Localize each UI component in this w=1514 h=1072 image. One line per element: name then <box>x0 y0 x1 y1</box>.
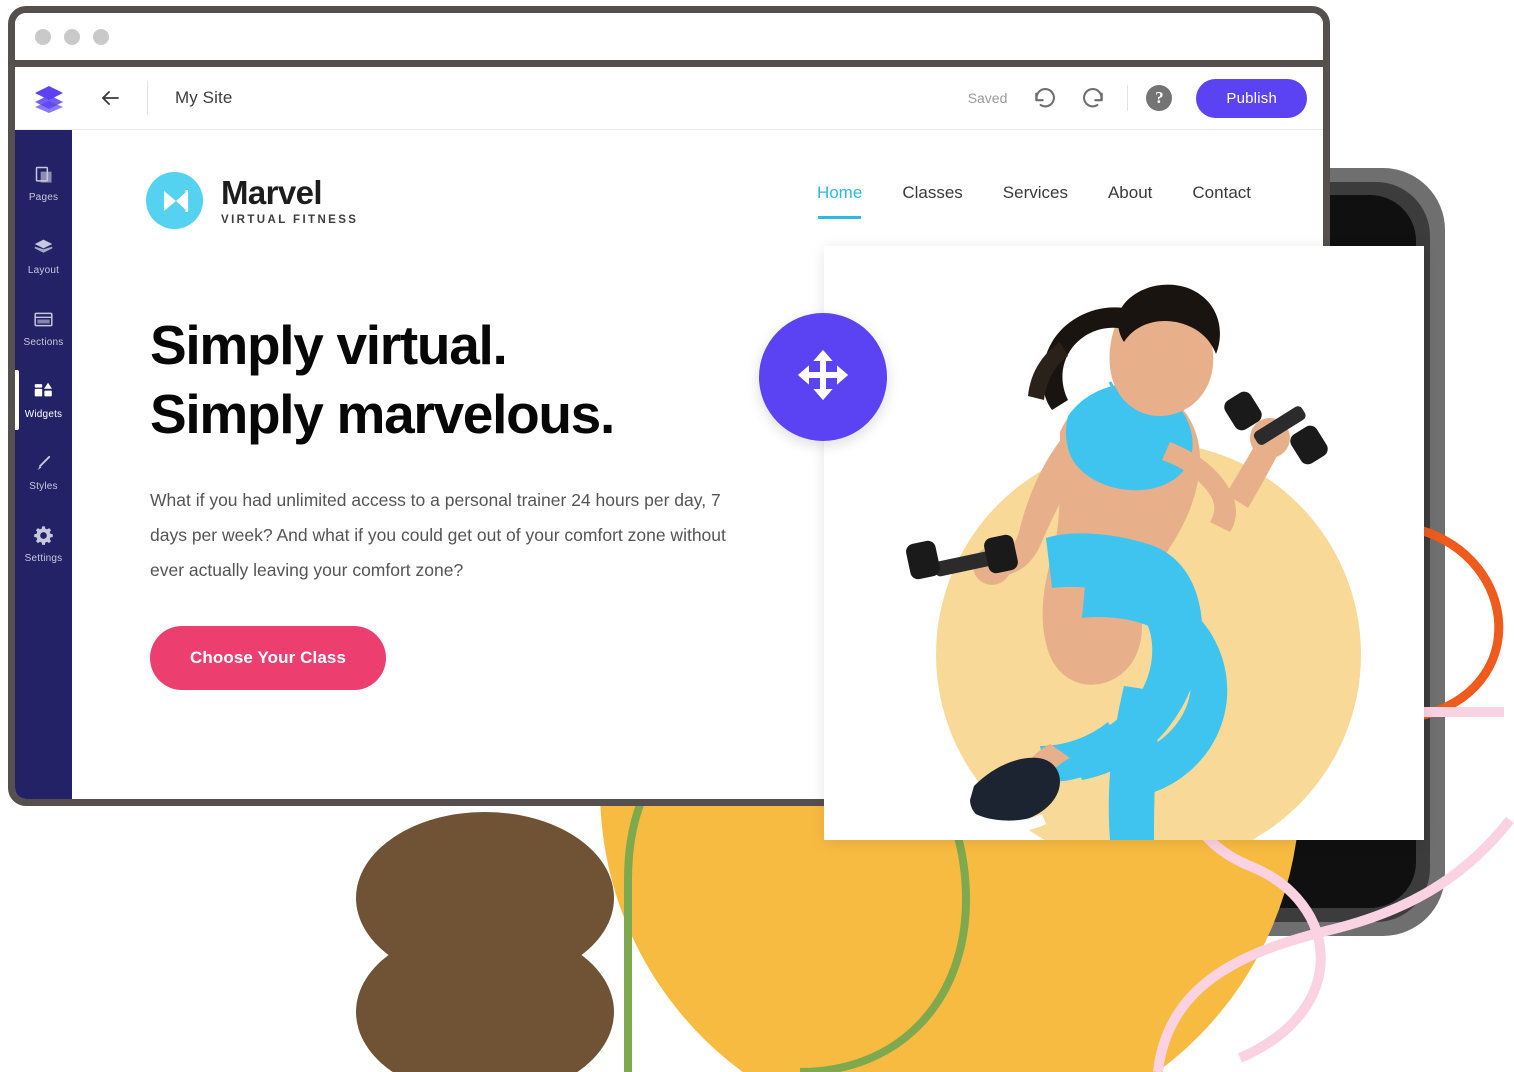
redo-icon[interactable] <box>1075 81 1109 115</box>
editor-sidebar: Pages Layout Sections Widgets Styles Set… <box>15 130 72 799</box>
nav-link-classes[interactable]: Classes <box>902 183 962 219</box>
sidebar-item-pages[interactable]: Pages <box>15 148 72 220</box>
nav-link-home[interactable]: Home <box>817 183 862 219</box>
brand-name: Marvel <box>221 173 323 211</box>
window-dot-zoom[interactable] <box>93 28 109 45</box>
sections-icon <box>33 309 54 330</box>
publish-button[interactable]: Publish <box>1196 78 1307 118</box>
sidebar-item-label: Settings <box>24 552 63 564</box>
layers-logo-icon[interactable] <box>31 80 67 116</box>
hero-paragraph: What if you had unlimited access to a pe… <box>150 489 726 580</box>
site-header: Marvel VIRTUAL FITNESS Home Classes Serv… <box>72 130 1323 229</box>
sidebar-item-styles[interactable]: Styles <box>15 436 72 508</box>
play-bowtie-icon <box>146 172 203 229</box>
pages-icon <box>34 165 54 185</box>
hero-section: Simply virtual. Simply marvelous. What i… <box>72 229 772 690</box>
window-dot-close[interactable] <box>35 28 51 45</box>
nav-link-contact[interactable]: Contact <box>1192 183 1251 219</box>
sidebar-item-label: Pages <box>28 192 59 203</box>
sidebar-item-label: Sections <box>23 336 64 348</box>
choose-your-class-button[interactable]: Choose Your Class <box>150 625 387 690</box>
saved-status-label: Saved <box>967 90 1008 106</box>
sidebar-item-layout[interactable]: Layout <box>15 220 72 292</box>
brand-text: Marvel VIRTUAL FITNESS <box>221 176 358 226</box>
help-circle-icon[interactable]: ? <box>1146 85 1173 111</box>
brand-tagline: VIRTUAL FITNESS <box>221 213 359 226</box>
nav-link-services[interactable]: Services <box>1003 183 1068 219</box>
move-arrows-icon <box>794 346 852 409</box>
toolbar-actions: Saved ? Publish <box>967 78 1323 118</box>
woman-exercising-with-dumbbells <box>906 284 1328 840</box>
sidebar-item-label: Widgets <box>24 408 63 420</box>
sidebar-item-label: Styles <box>29 480 58 492</box>
sidebar-item-settings[interactable]: Settings <box>15 508 72 580</box>
sidebar-item-label: Layout <box>27 264 60 276</box>
toolbar-divider-left <box>147 81 148 115</box>
site-navigation: Home Classes Services About Contact <box>817 183 1279 219</box>
hero-heading-line2: Simply marvelous. <box>150 382 615 445</box>
brand-logo[interactable]: Marvel VIRTUAL FITNESS <box>146 172 358 229</box>
hero-heading-line1: Simply virtual. <box>150 314 508 376</box>
sidebar-item-sections[interactable]: Sections <box>15 292 72 364</box>
browser-titlebar <box>15 13 1323 67</box>
screenshot-stage: My Site Saved ? Publish Pages Layout Sec… <box>0 0 1514 1072</box>
widgets-icon <box>33 381 54 402</box>
gear-icon <box>33 525 54 546</box>
nav-link-about[interactable]: About <box>1108 183 1152 219</box>
layers-icon <box>33 237 54 258</box>
move-handle[interactable] <box>759 313 887 441</box>
photo-widget-card[interactable] <box>824 246 1424 840</box>
editor-toolbar: My Site Saved ? Publish <box>15 67 1323 130</box>
brush-icon <box>33 453 54 474</box>
window-dot-minimize[interactable] <box>64 28 80 45</box>
site-title: My Site <box>175 88 233 107</box>
undo-icon[interactable] <box>1029 81 1063 115</box>
toolbar-divider-right <box>1127 85 1129 111</box>
back-arrow-icon[interactable] <box>97 85 123 111</box>
sidebar-item-widgets[interactable]: Widgets <box>15 364 72 436</box>
hero-heading: Simply virtual. Simply marvelous. <box>150 311 772 449</box>
